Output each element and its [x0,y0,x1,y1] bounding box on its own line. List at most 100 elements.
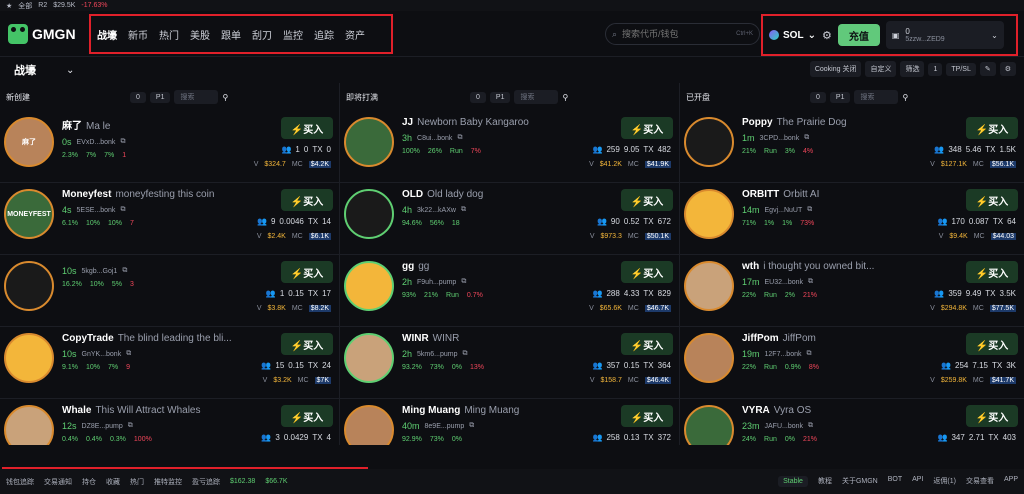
amount-input[interactable]: 0 [810,91,826,103]
token-address[interactable]: 5ESE...bonk [77,207,116,214]
token-avatar[interactable] [4,333,54,383]
filter-icon[interactable]: ⚲ [222,93,228,102]
settings-icon[interactable]: ⚙ [999,62,1016,76]
filter-icon[interactable]: ⚲ [562,93,568,102]
token-address[interactable]: EU32...bonk [765,279,804,286]
cooking-toggle[interactable]: Cooking 关闭 [809,61,862,77]
deposit-button[interactable]: 充值 [837,24,880,46]
token-avatar[interactable] [344,405,394,445]
token-address[interactable]: 3k22...kAXw [417,207,456,214]
token-card[interactable]: 麻了 麻了 Ma le 0s EVxD...bonk ⧉ 2.3% 7% 7% 1 ⚡买入 … [0,111,339,183]
footer-hot[interactable]: 热门 [130,477,144,487]
copy-icon[interactable]: ⧉ [120,206,125,214]
token-address[interactable]: 12F7...bonk [765,351,802,358]
buy-button[interactable]: ⚡买入 [281,405,333,427]
buy-button[interactable]: ⚡买入 [966,261,1018,283]
token-card[interactable]: ORBITT Orbitt AI 14m Egvj...NuUT ⧉ 71% 1% 1% 7… [680,183,1024,255]
chevron-down-icon[interactable]: ⌄ [66,65,74,76]
token-avatar[interactable] [4,261,54,311]
nav-item-us-stocks[interactable]: 美股 [190,27,210,42]
column-search-input[interactable]: 搜索 [514,90,559,104]
token-avatar[interactable] [344,333,394,383]
global-search[interactable]: ⌕ Ctrl+K [605,23,760,45]
column-search-input[interactable]: 搜索 [854,90,899,104]
token-card[interactable]: WINR WINR 2h 5km6...pump ⧉ 93.2% 73% 0% 13% ⚡买… [340,327,679,399]
amount-input[interactable]: 0 [470,91,486,103]
token-avatar[interactable] [684,261,734,311]
nav-item-monitor[interactable]: 监控 [283,27,303,42]
buy-button[interactable]: ⚡买入 [281,117,333,139]
token-card[interactable]: 10s 5kgb...Goj1 ⧉ 16.2% 10% 5% 3 ⚡买入 👥 1 0.15 TX… [0,255,339,327]
footer-app[interactable]: APP [1004,476,1018,487]
buy-button[interactable]: ⚡买入 [966,405,1018,427]
copy-icon[interactable]: ⧉ [461,206,466,214]
token-card[interactable]: CopyTrade The blind leading the bli... 10… [0,327,339,399]
footer-bot[interactable]: BOT [888,476,902,487]
footer-rebate[interactable]: 返佣(1) [933,476,956,487]
copy-icon[interactable]: ⧉ [128,422,133,430]
buy-button[interactable]: ⚡买入 [966,117,1018,139]
token-card[interactable]: Poppy The Prairie Dog 1m 3CPD...bonk ⧉ 21% R… [680,111,1024,183]
token-avatar[interactable]: 麻了 [4,117,54,167]
footer-holdings[interactable]: 持仓 [82,477,96,487]
token-address[interactable]: JAFU...bonk [765,423,804,430]
copy-icon[interactable]: ⧉ [806,350,811,358]
buy-button[interactable]: ⚡买入 [281,261,333,283]
logo[interactable]: GMGN [8,23,76,44]
footer-trade-view[interactable]: 交易查看 [966,476,994,487]
token-card[interactable]: JJ Newborn Baby Kangaroo 3h C8ui...bonk ⧉ 1… [340,111,679,183]
chain-selector[interactable]: SOL ⌄ [769,30,816,41]
token-address[interactable]: C8ui...bonk [417,135,452,142]
buy-button[interactable]: ⚡买入 [281,189,333,211]
token-address[interactable]: EVxD...bonk [77,139,116,146]
copy-icon[interactable]: ⧉ [808,278,813,286]
layout-selector[interactable]: 1 [928,62,943,76]
filter-button[interactable]: 筛选 [900,61,925,77]
token-avatar[interactable] [344,117,394,167]
copy-icon[interactable]: ⧉ [126,350,131,358]
nav-item-trenches[interactable]: 战壕 [97,27,117,42]
nav-item-scraper[interactable]: 刮刀 [252,27,272,42]
nav-item-assets[interactable]: 资产 [345,27,365,42]
settings-icon[interactable]: ⚙ [822,29,832,42]
copy-icon[interactable]: ⧉ [457,134,462,142]
buy-button[interactable]: ⚡买入 [621,333,673,355]
token-card[interactable]: gg gg 2h F9uh...pump ⧉ 93% 21% Run 0.7% ⚡买入 👥 2… [340,255,679,327]
token-card[interactable]: Whale This Will Attract Whales 12s DZ8E...… [0,399,339,445]
token-avatar[interactable] [344,189,394,239]
footer-api[interactable]: API [912,476,923,487]
star-icon[interactable]: ★ [6,2,12,10]
footer-about[interactable]: 关于GMGN [842,476,878,487]
token-avatar[interactable] [684,117,734,167]
copy-icon[interactable]: ⧉ [469,422,474,430]
token-card[interactable]: OLD Old lady dog 4h 3k22...kAXw ⧉ 94.6% 56% 1… [340,183,679,255]
token-avatar[interactable] [684,333,734,383]
token-card[interactable]: Ming Muang Ming Muang 40m 8e9E...pump ⧉ 92.… [340,399,679,445]
buy-button[interactable]: ⚡买入 [621,117,673,139]
amount-input[interactable]: 0 [130,91,146,103]
token-address[interactable]: 8e9E...pump [425,423,465,430]
buy-button[interactable]: ⚡买入 [281,333,333,355]
token-address[interactable]: GnYK...bonk [82,351,122,358]
token-card[interactable]: MONEYFEST Moneyfest moneyfesting this coi… [0,183,339,255]
custom-button[interactable]: 自定义 [865,61,897,77]
token-avatar[interactable] [684,189,734,239]
token-address[interactable]: 5kgb...Goj1 [82,268,118,275]
token-address[interactable]: 5km6...pump [417,351,457,358]
token-card[interactable]: JiffPom JiffPom 19m 12F7...bonk ⧉ 22% Run 0.9… [680,327,1024,399]
nav-item-hot[interactable]: 热门 [159,27,179,42]
preset-selector[interactable]: P1 [829,91,851,103]
nav-item-new[interactable]: 新币 [128,27,148,42]
footer-wallet-track[interactable]: 钱包追踪 [6,477,34,487]
footer-twitter-monitor[interactable]: 推特监控 [154,477,182,487]
buy-button[interactable]: ⚡买入 [621,261,673,283]
buy-button[interactable]: ⚡买入 [966,333,1018,355]
copy-icon[interactable]: ⧉ [461,278,466,286]
buy-button[interactable]: ⚡买入 [966,189,1018,211]
tpsl-button[interactable]: TP/SL [946,62,976,76]
token-address[interactable]: F9uh...pump [417,279,456,286]
copy-icon[interactable]: ⧉ [120,138,125,146]
copy-icon[interactable]: ⧉ [808,422,813,430]
token-avatar[interactable] [4,405,54,445]
token-avatar[interactable] [344,261,394,311]
